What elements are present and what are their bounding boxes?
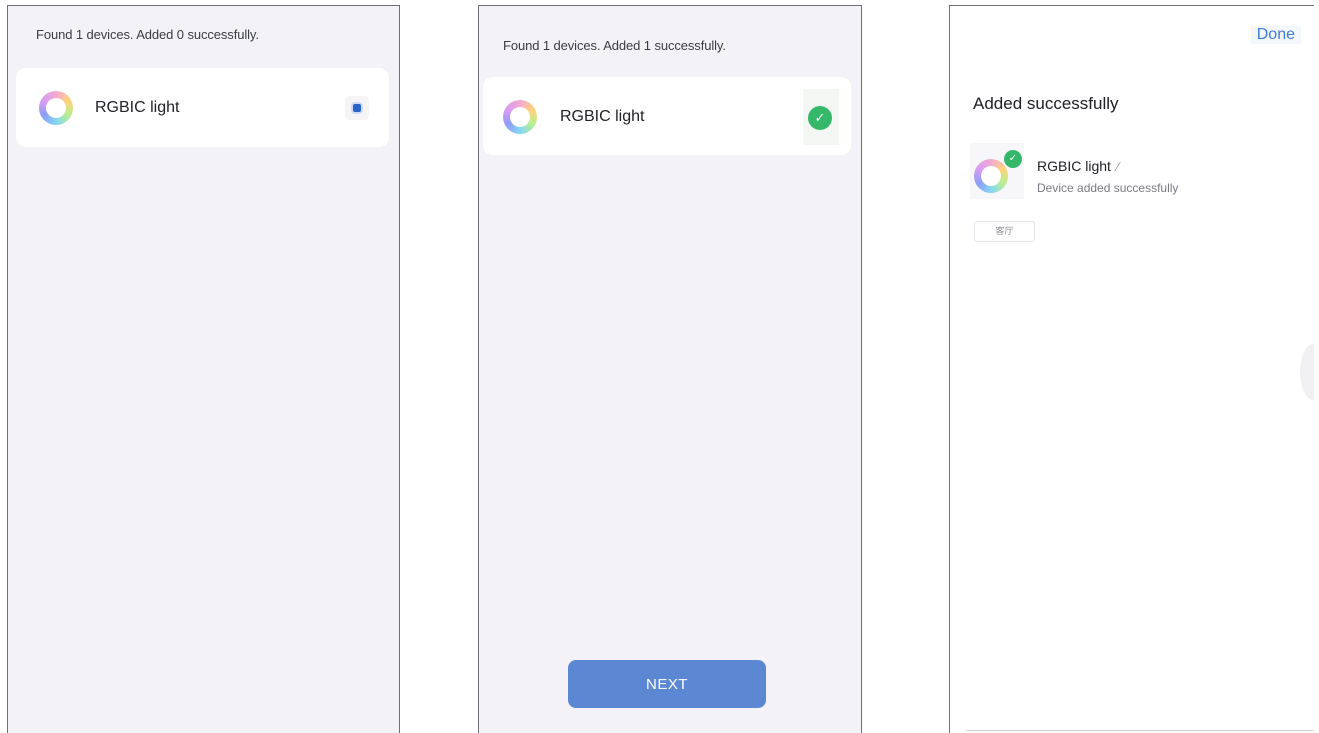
spinner-dot bbox=[353, 104, 361, 112]
loading-spinner-icon bbox=[345, 96, 369, 120]
divider bbox=[966, 730, 1314, 731]
page-title: Added successfully bbox=[973, 94, 1119, 113]
added-status: ✓ bbox=[803, 89, 839, 145]
check-circle-icon: ✓ bbox=[808, 106, 832, 130]
device-name: RGBIC light bbox=[560, 108, 645, 125]
screen-adding-in-progress: Found 1 devices. Added 0 successfully. R… bbox=[7, 5, 400, 733]
rgbic-ring-icon bbox=[974, 159, 1008, 193]
edit-pencil-icon[interactable]: ∕ bbox=[1117, 159, 1119, 174]
device-status-text: Device added successfully bbox=[1037, 181, 1179, 195]
next-button[interactable]: NEXT bbox=[568, 660, 766, 708]
screen-added-successfully: Done Added successfully ✓ RGBIC light ∕ D… bbox=[949, 5, 1314, 733]
discovery-status-text: Found 1 devices. Added 0 successfully. bbox=[36, 27, 259, 42]
three-screen-flow: Found 1 devices. Added 0 successfully. R… bbox=[0, 0, 1319, 733]
room-tag[interactable]: 客厅 bbox=[974, 221, 1035, 242]
rgbic-ring-icon bbox=[39, 91, 73, 125]
check-badge-icon: ✓ bbox=[1004, 150, 1022, 168]
screen-device-added: Found 1 devices. Added 1 successfully. R… bbox=[478, 5, 862, 733]
discovery-status-text: Found 1 devices. Added 1 successfully. bbox=[503, 38, 726, 53]
side-scroll-handle[interactable] bbox=[1300, 344, 1314, 400]
device-name: RGBIC light bbox=[95, 99, 180, 116]
device-card[interactable]: RGBIC light ✓ bbox=[483, 77, 851, 155]
device-thumbnail: ✓ bbox=[970, 143, 1024, 199]
device-name-row[interactable]: RGBIC light ∕ bbox=[1037, 158, 1119, 174]
done-button[interactable]: Done bbox=[1250, 26, 1301, 44]
device-name: RGBIC light bbox=[1037, 158, 1111, 174]
rgbic-ring-icon bbox=[503, 100, 537, 134]
device-card[interactable]: RGBIC light bbox=[16, 68, 389, 147]
